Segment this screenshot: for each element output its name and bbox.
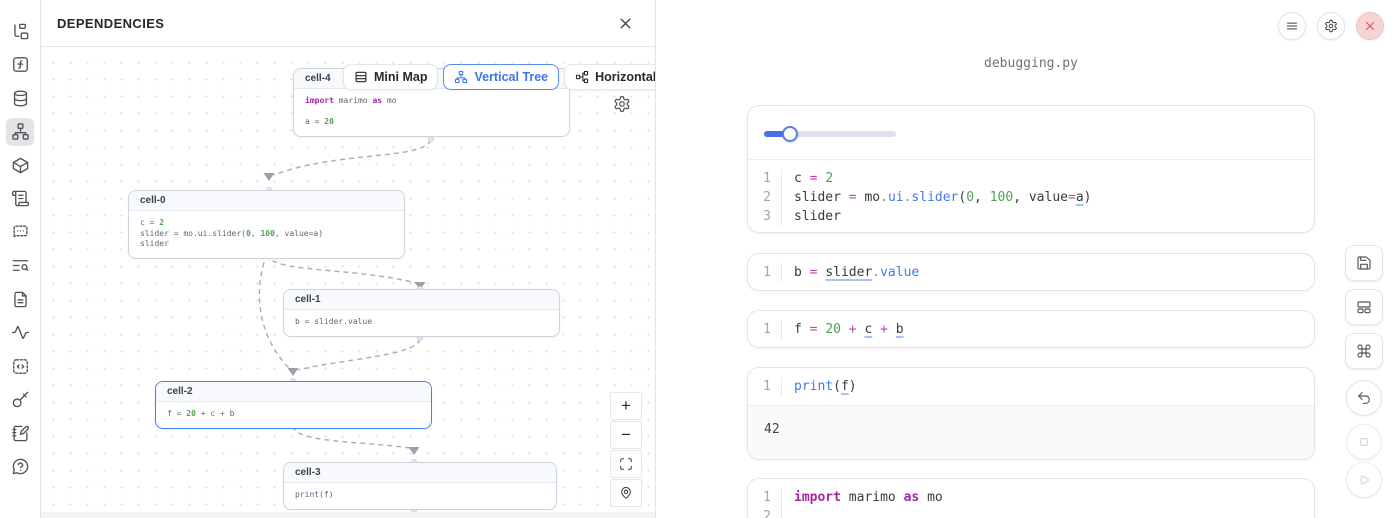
sidebar-item-help[interactable]	[6, 453, 34, 481]
graph-node-cell-1[interactable]: cell-1 b = slider.value	[283, 289, 560, 337]
rows-icon	[354, 70, 368, 84]
sidebar-item-variables[interactable]	[6, 51, 34, 79]
scroll-icon	[11, 189, 30, 208]
run-button[interactable]	[1346, 462, 1382, 498]
notebook-cell[interactable]: 1f = 20 + c + b	[747, 310, 1315, 348]
cell-output-text: 42	[748, 405, 1314, 460]
sidebar-item-tracebacks[interactable]	[6, 319, 34, 347]
sidebar-item-notebook[interactable]	[6, 419, 34, 447]
list-search-icon	[11, 256, 30, 275]
sidebar-item-scratchpad[interactable]	[6, 252, 34, 280]
sidebar-item-packages[interactable]	[6, 151, 34, 179]
dependencies-header: DEPENDENCIES	[41, 0, 655, 47]
graph-node-title: cell-3	[284, 463, 556, 483]
layout-panels-icon	[1356, 299, 1372, 315]
close-icon	[1363, 19, 1377, 33]
shutdown-button[interactable]	[1356, 12, 1384, 40]
zoom-out-button[interactable]: −	[610, 421, 642, 449]
hamburger-menu-icon	[1285, 19, 1299, 33]
sidebar-item-logs[interactable]	[6, 185, 34, 213]
notebook-cell[interactable]: 1b = slider.value	[747, 253, 1315, 291]
undo-icon	[1356, 390, 1372, 406]
tool-sidebar	[0, 0, 41, 518]
code-editor[interactable]: 1b = slider.value	[748, 254, 1314, 291]
slider-widget[interactable]	[764, 130, 896, 138]
graph-zoom-controls: + −	[610, 392, 642, 507]
notebook-pen-icon	[11, 424, 30, 443]
keyboard-shortcuts-button[interactable]	[1345, 333, 1383, 369]
help-circle-icon	[11, 457, 30, 476]
network-graph-icon	[11, 122, 30, 141]
database-icon	[11, 89, 30, 108]
notebook-menu-button[interactable]	[1278, 12, 1306, 40]
sidebar-item-secrets[interactable]	[6, 386, 34, 414]
horizontal-tree-icon	[575, 70, 589, 84]
sidebar-item-files[interactable]	[6, 17, 34, 45]
notebook-cell[interactable]: 1import marimo as mo2	[747, 478, 1315, 518]
sidebar-item-dependencies[interactable]	[6, 118, 34, 146]
cube-icon	[11, 156, 30, 175]
zoom-in-button[interactable]: +	[610, 392, 642, 420]
code-editor[interactable]: 1print(f)	[748, 368, 1314, 405]
cell-output-slider	[748, 106, 1314, 160]
vertical-tree-button[interactable]: Vertical Tree	[443, 64, 559, 90]
graph-node-title: cell-1	[284, 290, 559, 310]
code-editor[interactable]: 1c = 22slider = mo.ui.slider(0, 100, val…	[748, 160, 1314, 233]
sidebar-item-snippets[interactable]	[6, 352, 34, 380]
undo-button[interactable]	[1346, 380, 1382, 416]
graph-node-title: cell-2	[156, 382, 431, 402]
fullscreen-icon	[619, 457, 633, 471]
code-editor[interactable]: 1import marimo as mo2	[748, 479, 1314, 518]
graph-node-cell-3[interactable]: cell-3 print(f)	[283, 462, 557, 510]
locate-button[interactable]	[610, 479, 642, 507]
chat-bubble-icon	[11, 223, 30, 242]
fit-view-button[interactable]	[610, 450, 642, 478]
close-panel-button[interactable]	[615, 13, 635, 33]
graph-node-cell-2[interactable]: cell-2 f = 20 + c + b	[155, 381, 432, 429]
sidebar-item-documentation[interactable]	[6, 285, 34, 313]
panel-title: DEPENDENCIES	[57, 16, 164, 31]
app-window: cell-4 import marimo as mo a = 20 cell-0…	[0, 0, 1400, 518]
tree-structure-icon	[11, 22, 30, 41]
graph-node-cell-0[interactable]: cell-0 c = 2slider = mo.ui.slider(0, 100…	[128, 190, 405, 259]
code-box-icon	[11, 357, 30, 376]
graph-settings-button[interactable]	[613, 95, 633, 115]
function-square-icon	[11, 55, 30, 74]
notebook-cell[interactable]: 1c = 22slider = mo.ui.slider(0, 100, val…	[747, 105, 1315, 233]
code-editor[interactable]: 1f = 20 + c + b	[748, 311, 1314, 348]
play-icon	[1356, 472, 1372, 488]
activity-icon	[11, 323, 30, 342]
mini-map-button[interactable]: Mini Map	[343, 64, 438, 90]
gear-icon	[613, 95, 631, 113]
notebook-settings-button[interactable]	[1317, 12, 1345, 40]
command-icon	[1356, 343, 1372, 359]
gear-icon	[1324, 19, 1338, 33]
horizontal-tree-button[interactable]: Horizontal Tree	[564, 64, 656, 90]
sidebar-item-chat[interactable]	[6, 218, 34, 246]
notebook-cell[interactable]: 1print(f) 42	[747, 367, 1315, 460]
horizontal-scrollbar[interactable]	[41, 512, 655, 518]
sidebar-item-datasources[interactable]	[6, 84, 34, 112]
dependencies-panel: cell-4 import marimo as mo a = 20 cell-0…	[41, 0, 656, 518]
map-pin-icon	[619, 486, 633, 500]
document-icon	[11, 290, 30, 309]
vertical-tree-icon	[454, 70, 468, 84]
notebook-filename: debugging.py	[747, 56, 1315, 71]
stop-icon	[1356, 434, 1372, 450]
save-button[interactable]	[1345, 245, 1383, 281]
save-icon	[1356, 255, 1372, 271]
key-icon	[11, 390, 30, 409]
close-icon	[618, 16, 633, 31]
graph-node-title: cell-0	[129, 191, 404, 211]
graph-view-toolbar: Mini Map Vertical Tree Horizontal Tree	[343, 64, 656, 90]
layout-button[interactable]	[1345, 289, 1383, 325]
stop-button[interactable]	[1346, 424, 1382, 460]
slider-knob[interactable]	[782, 126, 798, 142]
